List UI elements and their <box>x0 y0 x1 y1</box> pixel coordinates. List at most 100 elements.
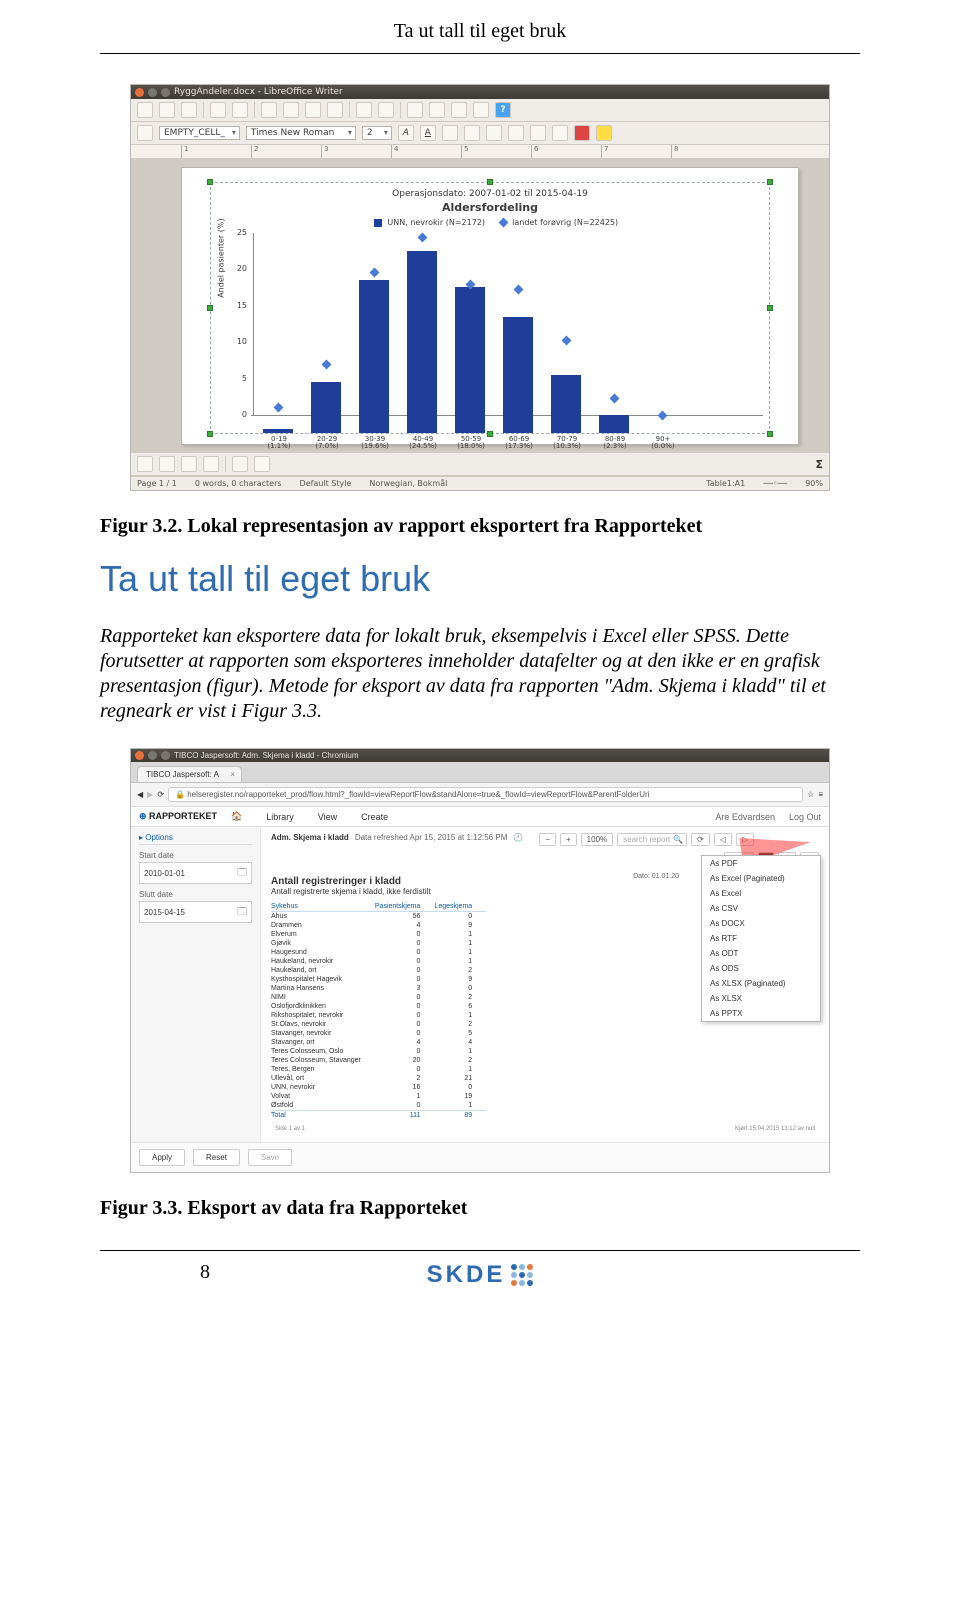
menu-icon[interactable]: ≡ <box>818 790 823 799</box>
resize-handle-icon[interactable] <box>207 305 213 311</box>
export-menu-item[interactable]: As RTF <box>702 931 820 946</box>
nav-fwd-icon[interactable]: ▶ <box>147 790 153 799</box>
open-icon[interactable] <box>159 102 175 118</box>
paste-icon[interactable] <box>305 102 321 118</box>
nav-create[interactable]: Create <box>361 812 388 822</box>
col-pasientskjema[interactable]: Pasientskjema <box>375 902 435 912</box>
styles-icon[interactable] <box>137 125 153 141</box>
nav-library[interactable]: Library <box>266 812 294 822</box>
align-right-icon[interactable] <box>486 125 502 141</box>
formula-icon[interactable] <box>473 102 489 118</box>
sum-icon[interactable]: Σ <box>815 458 823 471</box>
zoom-in-button[interactable]: + <box>560 833 577 846</box>
indent-icon[interactable] <box>552 125 568 141</box>
export-menu-item[interactable]: As PDF <box>702 856 820 871</box>
merge-icon[interactable] <box>181 456 197 472</box>
reset-button[interactable]: Reset <box>193 1149 240 1166</box>
numbering-icon[interactable] <box>530 125 546 141</box>
save-icon[interactable] <box>181 102 197 118</box>
borders-icon[interactable] <box>232 456 248 472</box>
browser-tab[interactable]: TIBCO Jaspersoft: A × <box>137 766 242 782</box>
export-menu-item[interactable]: As XLSX (Paginated) <box>702 976 820 991</box>
nav-back-icon[interactable]: ◀ <box>137 790 143 799</box>
window-titlebar[interactable]: RyggAndeler.docx - LibreOffice Writer <box>131 85 829 99</box>
nav-home-icon[interactable]: 🏠 <box>231 811 242 822</box>
user-label[interactable]: Are Edvardsen <box>715 812 775 822</box>
resize-handle-icon[interactable] <box>207 431 213 437</box>
resize-handle-icon[interactable] <box>767 179 773 185</box>
export-menu-item[interactable]: As XLSX <box>702 991 820 1006</box>
refresh-button[interactable]: ⟳ <box>691 833 710 846</box>
font-size-combo[interactable]: 2 <box>362 126 392 140</box>
table-icon[interactable] <box>407 102 423 118</box>
zoom-level[interactable]: 100% <box>581 833 613 846</box>
row-icon[interactable] <box>137 456 153 472</box>
bgcolor-icon[interactable] <box>254 456 270 472</box>
slutt-date-input[interactable]: 2015-04-15 🗔 <box>139 901 252 923</box>
close-icon[interactable] <box>135 751 144 760</box>
tab-close-icon[interactable]: × <box>230 770 235 779</box>
options-header[interactable]: ▸ Options <box>139 833 252 845</box>
horizontal-ruler[interactable]: 123 456 78 <box>131 145 829 159</box>
highlight-icon[interactable] <box>596 125 612 141</box>
export-menu-item[interactable]: As Excel <box>702 886 820 901</box>
zoom-out-button[interactable]: − <box>539 833 556 846</box>
align-center-icon[interactable] <box>464 125 480 141</box>
image-icon[interactable] <box>451 102 467 118</box>
col-legeskjema[interactable]: Legeskjema <box>434 902 486 912</box>
brush-icon[interactable] <box>327 102 343 118</box>
calendar-icon[interactable]: 🗔 <box>237 904 247 920</box>
new-doc-icon[interactable] <box>137 102 153 118</box>
paragraph-style-combo[interactable]: EMPTY_CELL_ <box>159 126 240 140</box>
document-canvas[interactable]: Operasjonsdato: 2007-01-02 til 2015-04-1… <box>131 159 829 453</box>
export-menu-item[interactable]: As Excel (Paginated) <box>702 871 820 886</box>
export-menu-item[interactable]: As PPTX <box>702 1006 820 1021</box>
search-input[interactable]: search report 🔍 <box>617 833 687 846</box>
resize-handle-icon[interactable] <box>207 179 213 185</box>
close-icon[interactable] <box>135 88 144 97</box>
export-menu-item[interactable]: As DOCX <box>702 916 820 931</box>
align-left-icon[interactable] <box>442 125 458 141</box>
reload-icon[interactable]: ⟳ <box>157 790 164 799</box>
nav-view[interactable]: View <box>318 812 337 822</box>
undo-icon[interactable] <box>356 102 372 118</box>
maximize-icon[interactable] <box>161 88 170 97</box>
font-color-icon[interactable] <box>574 125 590 141</box>
start-date-input[interactable]: 2010-01-01 🗔 <box>139 862 252 884</box>
help-icon[interactable]: ? <box>495 102 511 118</box>
italic-icon[interactable]: A <box>398 125 414 141</box>
col-sykehus[interactable]: Sykehus <box>271 902 375 912</box>
prev-page-button[interactable]: ◁ <box>714 833 732 846</box>
resize-handle-icon[interactable] <box>767 431 773 437</box>
window-titlebar[interactable]: TIBCO Jaspersoft: Adm. Skjema i kladd - … <box>131 749 829 762</box>
apply-button[interactable]: Apply <box>139 1149 185 1166</box>
search-icon[interactable]: 🔍 <box>673 835 683 844</box>
logout-link[interactable]: Log Out <box>789 812 821 822</box>
col-icon[interactable] <box>159 456 175 472</box>
resize-handle-icon[interactable] <box>767 305 773 311</box>
preview-icon[interactable] <box>232 102 248 118</box>
chart-icon[interactable] <box>429 102 445 118</box>
zoom-slider[interactable]: ──◦── <box>763 479 787 488</box>
export-menu-item[interactable]: As ODS <box>702 961 820 976</box>
underline-icon[interactable]: A <box>420 125 436 141</box>
export-menu-item[interactable]: As CSV <box>702 901 820 916</box>
minimize-icon[interactable] <box>148 751 157 760</box>
save-button[interactable]: Save <box>248 1149 292 1166</box>
bullets-icon[interactable] <box>508 125 524 141</box>
resize-handle-icon[interactable] <box>487 179 493 185</box>
bookmark-icon[interactable]: ☆ <box>807 790 814 799</box>
minimize-icon[interactable] <box>148 88 157 97</box>
font-name-combo[interactable]: Times New Roman <box>246 126 356 140</box>
split-icon[interactable] <box>203 456 219 472</box>
redo-icon[interactable] <box>378 102 394 118</box>
url-input[interactable]: 🔒 helseregister.no/rapporteket_prod/flow… <box>168 787 803 802</box>
clock-icon[interactable]: 🕐 <box>513 833 523 846</box>
cut-icon[interactable] <box>261 102 277 118</box>
calendar-icon[interactable]: 🗔 <box>237 865 247 881</box>
chart-selection-frame[interactable]: Operasjonsdato: 2007-01-02 til 2015-04-1… <box>210 182 770 434</box>
print-icon[interactable] <box>210 102 226 118</box>
copy-icon[interactable] <box>283 102 299 118</box>
export-menu-item[interactable]: As ODT <box>702 946 820 961</box>
maximize-icon[interactable] <box>161 751 170 760</box>
